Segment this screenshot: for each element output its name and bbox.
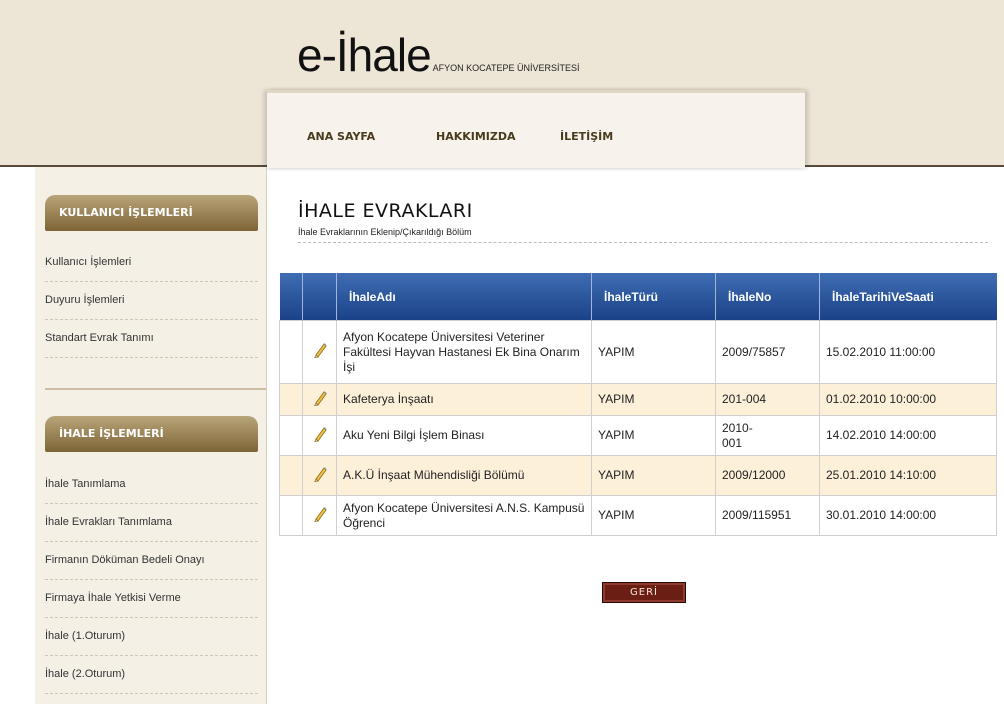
pencil-icon[interactable] [313,343,327,361]
sidebar-item-session-2[interactable]: İhale (2.Oturum) [45,656,258,694]
page-subtitle: İhale Evraklarının Eklenip/Çıkarıldığı B… [298,227,472,237]
nav-contact[interactable]: İLETİŞİM [560,130,613,143]
site-header: e-İhale AFYON KOCATEPE ÜNİVERSİTESİ ANA S… [0,0,1004,168]
table-row: Aku Yeni Bilgi İşlem Binası YAPIM 2010- 001… [279,415,997,456]
cell-date: 25.01.2010 14:10:00 [819,455,997,496]
page-title: İHALE EVRAKLARI [298,200,473,222]
cell-name: Kafeterya İnşaatı [336,383,592,416]
main-nav: ANA SAYFA HAKKIMIZDA İLETİŞİM [267,90,805,168]
edit-cell[interactable] [302,383,337,416]
column-header-name[interactable]: İhaleAdı [336,273,592,321]
pencil-icon[interactable] [313,390,327,409]
row-spacer-cell [279,495,303,536]
cell-no: 2009/12000 [715,455,820,496]
edit-cell[interactable] [302,455,337,496]
cell-date: 30.01.2010 14:00:00 [819,495,997,536]
sidebar-item-tender-define[interactable]: İhale Tanımlama [45,466,258,504]
cell-no: 2010- 001 [715,415,820,456]
cell-name: Aku Yeni Bilgi İşlem Binası [336,415,592,456]
cell-date: 15.02.2010 11:00:00 [819,320,997,384]
row-spacer-cell [279,415,303,456]
title-divider [298,242,988,243]
sidebar-item-doc-fee-approval[interactable]: Firmanın Döküman Bedeli Onayı [45,542,258,580]
cell-date: 01.02.2010 10:00:00 [819,383,997,416]
tender-menu: İhale Tanımlama İhale Evrakları Tanımlam… [45,466,258,694]
site-logo[interactable]: e-İhale AFYON KOCATEPE ÜNİVERSİTESİ [297,28,580,82]
pencil-icon[interactable] [313,466,327,485]
edit-cell[interactable] [302,320,337,384]
table-row: Afyon Kocatepe Üniversitesi Veteriner Fa… [279,320,997,384]
sidebar-item-users[interactable]: Kullanıcı İşlemleri [45,244,258,282]
sidebar-heading-user: KULLANICI İŞLEMLERİ [45,195,258,231]
sidebar: KULLANICI İŞLEMLERİ Kullanıcı İşlemleri … [35,167,267,704]
cell-type: YAPIM [591,495,716,536]
column-header-date[interactable]: İhaleTarihiVeSaati [819,273,997,321]
sidebar-item-announcements[interactable]: Duyuru İşlemleri [45,282,258,320]
column-header-edit [302,273,337,321]
column-header-type[interactable]: İhaleTürü [591,273,716,321]
cell-no: 2009/115951 [715,495,820,536]
sidebar-heading-tender: İHALE İŞLEMLERİ [45,416,258,452]
nav-home[interactable]: ANA SAYFA [307,130,375,143]
table-row: A.K.Ü İnşaat Mühendisliği Bölümü YAPIM 200… [279,455,997,496]
cell-type: YAPIM [591,415,716,456]
cell-name: A.K.Ü İnşaat Mühendisliği Bölümü [336,455,592,496]
back-button[interactable]: GERİ [602,582,686,603]
table-header-row: İhaleAdı İhaleTürü İhaleNo İhaleTarihiVe… [279,273,997,321]
cell-date: 14.02.2010 14:00:00 [819,415,997,456]
brand-name: e-İhale [297,29,432,81]
edit-cell[interactable] [302,415,337,456]
nav-about[interactable]: HAKKIMIZDA [436,130,516,143]
university-name: AFYON KOCATEPE ÜNİVERSİTESİ [432,63,580,73]
pencil-icon[interactable] [313,506,327,525]
pencil-icon[interactable] [313,426,327,445]
cell-name: Afyon Kocatepe Üniversitesi A.N.S. Kampu… [336,495,592,536]
edit-cell[interactable] [302,495,337,536]
cell-type: YAPIM [591,383,716,416]
main-content: İHALE EVRAKLARI İhale Evraklarının Eklen… [267,167,1004,704]
sidebar-item-standard-docs[interactable]: Standart Evrak Tanımı [45,320,258,358]
row-spacer-cell [279,455,303,496]
sidebar-item-tender-docs[interactable]: İhale Evrakları Tanımlama [45,504,258,542]
table-row: Afyon Kocatepe Üniversitesi A.N.S. Kampu… [279,495,997,536]
row-spacer-cell [279,320,303,384]
cell-no: 2009/75857 [715,320,820,384]
column-header-blank [279,273,303,321]
tender-docs-table: İhaleAdı İhaleTürü İhaleNo İhaleTarihiVe… [279,273,997,536]
table-row: Kafeterya İnşaatı YAPIM 201-004 01.02.2010 … [279,383,997,416]
cell-name: Afyon Kocatepe Üniversitesi Veteriner Fa… [336,320,592,384]
cell-type: YAPIM [591,455,716,496]
cell-no: 201-004 [715,383,820,416]
row-spacer-cell [279,383,303,416]
sidebar-item-session-1[interactable]: İhale (1.Oturum) [45,618,258,656]
cell-type: YAPIM [591,320,716,384]
sidebar-item-grant-authority[interactable]: Firmaya İhale Yetkisi Verme [45,580,258,618]
user-menu: Kullanıcı İşlemleri Duyuru İşlemleri Sta… [45,244,258,358]
column-header-no[interactable]: İhaleNo [715,273,820,321]
